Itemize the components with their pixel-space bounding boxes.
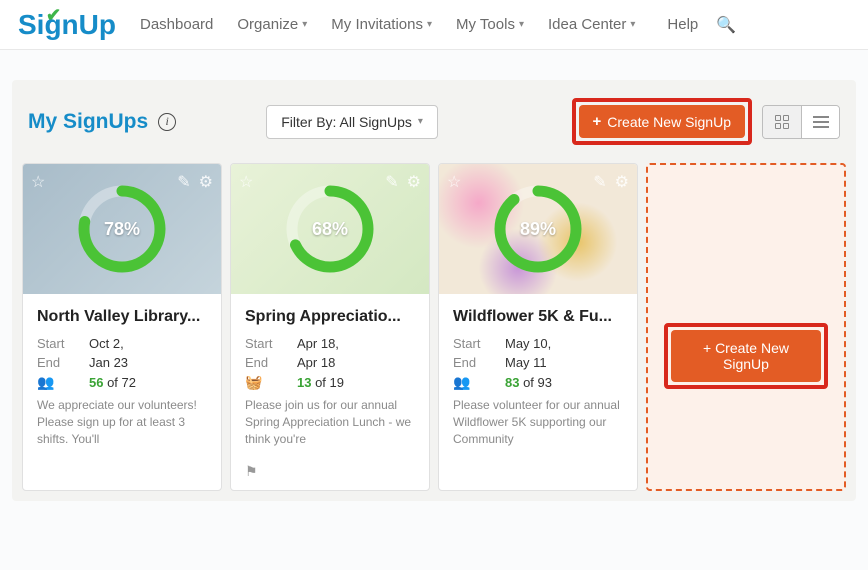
info-icon[interactable]: i [158,113,176,131]
signup-card[interactable]: ☆ ✎ ⚙ 89% Wildflower 5K & Fu... StartMay… [438,163,638,491]
card-image: ☆ ✎ ⚙ 89% [439,164,637,294]
filter-dropdown[interactable]: Filter By: All SignUps▾ [266,105,438,139]
nav-help[interactable]: Help [657,8,708,41]
flag-icon[interactable]: ⚑ [231,457,429,490]
view-toggle [762,105,840,139]
card-desc: Please join us for our annual Spring App… [245,397,415,447]
create-placeholder-card: + Create New SignUp [646,163,846,491]
gear-icon[interactable]: ⚙ [615,172,629,192]
card-image: ☆ ✎ ⚙ 68% [231,164,429,294]
grid-icon [775,115,789,129]
check-icon: ✔ [46,5,61,26]
list-icon [813,116,829,128]
search-icon[interactable]: 🔍 [716,15,736,35]
pencil-icon[interactable]: ✎ [593,172,606,192]
highlight-annotation: + Create New SignUp [664,323,828,389]
card-title: Wildflower 5K & Fu... [453,308,623,326]
top-nav: SignUp✔ Dashboard Organize▾ My Invitatio… [0,0,868,50]
progress-ring: 68% [284,183,376,275]
progress-ring: 78% [76,183,168,275]
card-title: North Valley Library... [37,308,207,326]
plus-icon: + [593,113,602,130]
signup-card[interactable]: ☆ ✎ ⚙ 68% Spring Appreciatio... StartApr… [230,163,430,491]
card-desc: We appreciate our volunteers! Please sig… [37,397,207,447]
card-desc: Please volunteer for our annual Wildflow… [453,397,623,447]
gear-icon[interactable]: ⚙ [407,172,421,192]
pencil-icon[interactable]: ✎ [385,172,398,192]
star-icon[interactable]: ☆ [239,172,253,192]
card-image: ☆ ✎ ⚙ 78% [23,164,221,294]
list-view-button[interactable] [801,106,839,138]
section-title: My SignUps [28,110,148,134]
nav-invitations[interactable]: My Invitations▾ [321,8,442,41]
pencil-icon[interactable]: ✎ [177,172,190,192]
basket-icon: 🧺 [245,374,262,391]
signups-panel: My SignUps i Filter By: All SignUps▾ +Cr… [12,80,856,501]
nav-idea[interactable]: Idea Center▾ [538,8,645,41]
panel-header: My SignUps i Filter By: All SignUps▾ +Cr… [22,98,846,145]
progress-ring: 89% [492,183,584,275]
star-icon[interactable]: ☆ [447,172,461,192]
content-area: My SignUps i Filter By: All SignUps▾ +Cr… [0,50,868,570]
nav-organize[interactable]: Organize▾ [227,8,317,41]
logo[interactable]: SignUp✔ [18,9,116,41]
caret-down-icon: ▾ [630,19,635,30]
create-signup-button[interactable]: +Create New SignUp [579,105,746,138]
card-title: Spring Appreciatio... [245,308,415,326]
caret-down-icon: ▾ [302,19,307,30]
grid-view-button[interactable] [763,106,801,138]
nav-dashboard[interactable]: Dashboard [130,8,223,41]
highlight-annotation: +Create New SignUp [572,98,753,145]
caret-down-icon: ▾ [519,19,524,30]
people-icon: 👥 [453,374,470,391]
signup-card[interactable]: ☆ ✎ ⚙ 78% North Valley Library... StartO… [22,163,222,491]
cards-container: ☆ ✎ ⚙ 78% North Valley Library... StartO… [22,163,846,491]
create-signup-button[interactable]: + Create New SignUp [671,330,821,382]
star-icon[interactable]: ☆ [31,172,45,192]
caret-down-icon: ▾ [427,19,432,30]
nav-tools[interactable]: My Tools▾ [446,8,534,41]
gear-icon[interactable]: ⚙ [199,172,213,192]
people-icon: 👥 [37,374,54,391]
caret-down-icon: ▾ [418,116,423,127]
